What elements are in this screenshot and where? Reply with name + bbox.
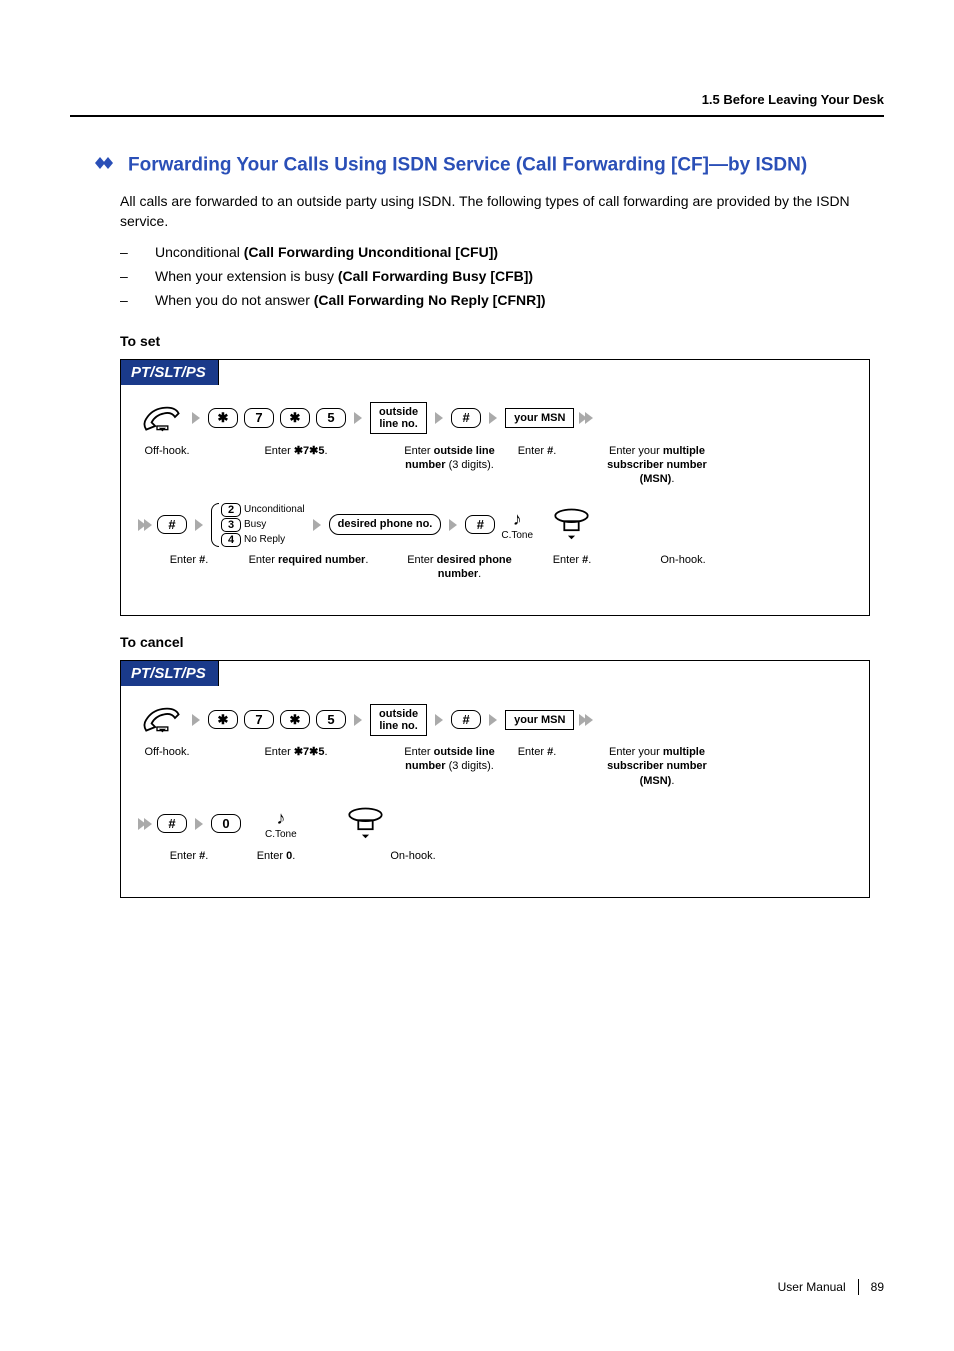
star-key: ✱ xyxy=(280,710,310,730)
to-set-heading: To set xyxy=(70,333,884,349)
hash-caption: Enter #. xyxy=(508,444,566,458)
list-item: –When your extension is busy (Call Forwa… xyxy=(120,265,884,289)
double-arrow-icon xyxy=(580,714,592,726)
arrow-icon xyxy=(435,714,443,726)
confirmation-tone: ♪ C.Tone xyxy=(265,808,297,840)
outside-caption: Enter outside line number (3 digits). xyxy=(397,745,502,774)
hash-key: # xyxy=(451,710,481,730)
onhook-icon xyxy=(343,804,388,843)
double-arrow-icon xyxy=(580,412,592,424)
enter-code-caption: Enter ✱7✱5. xyxy=(221,444,371,458)
phone-type-tab: PT/SLT/PS xyxy=(120,359,219,385)
hash-caption: Enter #. xyxy=(508,745,566,759)
cancel-flow-box: PT/SLT/PS ✱ 7 ✱ 5 outside line no. # you… xyxy=(120,660,870,898)
phone-type-tab: PT/SLT/PS xyxy=(120,660,219,686)
arrow-icon xyxy=(489,714,497,726)
hash-caption: Enter #. xyxy=(163,553,215,567)
arrow-icon xyxy=(449,519,457,531)
hash-key: # xyxy=(451,408,481,428)
arrow-icon xyxy=(195,818,203,830)
seven-key: 7 xyxy=(244,408,274,428)
list-item: –Unconditional (Call Forwarding Uncondit… xyxy=(120,241,884,265)
zero-key: 0 xyxy=(211,814,241,834)
msn-caption: Enter your multiple subscriber number (M… xyxy=(592,444,722,487)
offhook-caption: Off-hook. xyxy=(139,444,195,458)
seven-key: 7 xyxy=(244,710,274,730)
five-key: 5 xyxy=(316,710,346,730)
msn-box: your MSN xyxy=(505,710,574,730)
list-item: –When you do not answer (Call Forwarding… xyxy=(120,289,884,313)
manual-label: User Manual xyxy=(778,1280,846,1294)
note-icon: ♪ xyxy=(276,808,285,829)
section-heading: Forwarding Your Calls Using ISDN Service… xyxy=(70,153,884,178)
desired-caption: Enter desired phone number. xyxy=(402,553,517,582)
hash-key: # xyxy=(157,515,187,535)
enter0-caption: Enter 0. xyxy=(241,849,311,863)
hash-caption: Enter #. xyxy=(163,849,215,863)
option-group: 2Unconditional 3Busy 4No Reply xyxy=(211,503,305,547)
confirmation-tone: ♪ C.Tone xyxy=(501,509,533,541)
offhook-icon xyxy=(139,700,184,739)
heading-text: Forwarding Your Calls Using ISDN Service… xyxy=(128,154,807,175)
onhook-caption: On-hook. xyxy=(383,849,443,863)
hash-key: # xyxy=(157,814,187,834)
required-caption: Enter required number. xyxy=(241,553,376,567)
arrow-icon xyxy=(313,519,321,531)
page-footer: User Manual 89 xyxy=(778,1279,884,1295)
arrow-icon xyxy=(192,412,200,424)
five-key: 5 xyxy=(316,408,346,428)
msn-caption: Enter your multiple subscriber number (M… xyxy=(592,745,722,788)
hash-caption: Enter #. xyxy=(543,553,601,567)
outside-caption: Enter outside line number (3 digits). xyxy=(397,444,502,473)
desired-phone-box: desired phone no. xyxy=(329,514,442,534)
onhook-caption: On-hook. xyxy=(653,553,713,567)
to-cancel-heading: To cancel xyxy=(70,634,884,650)
offhook-caption: Off-hook. xyxy=(139,745,195,759)
page-number: 89 xyxy=(871,1280,884,1294)
enter-code-caption: Enter ✱7✱5. xyxy=(221,745,371,759)
set-flow-box: PT/SLT/PS ✱ 7 ✱ 5 outside line no. # you… xyxy=(120,359,870,616)
star-key: ✱ xyxy=(280,408,310,428)
divider xyxy=(70,115,884,117)
msn-box: your MSN xyxy=(505,408,574,428)
arrow-icon xyxy=(354,714,362,726)
note-icon: ♪ xyxy=(513,509,522,530)
arrow-icon xyxy=(489,412,497,424)
outside-line-box: outside line no. xyxy=(370,402,427,434)
forwarding-types-list: –Unconditional (Call Forwarding Uncondit… xyxy=(70,241,884,312)
offhook-icon xyxy=(139,399,184,438)
double-arrow-icon xyxy=(139,818,151,830)
star-key: ✱ xyxy=(208,408,238,428)
hash-key: # xyxy=(465,515,495,535)
star-key: ✱ xyxy=(208,710,238,730)
arrow-icon xyxy=(195,519,203,531)
outside-line-box: outside line no. xyxy=(370,704,427,736)
double-arrow-icon xyxy=(139,519,151,531)
onhook-icon xyxy=(549,505,594,544)
intro-text: All calls are forwarded to an outside pa… xyxy=(70,192,884,231)
arrow-icon xyxy=(354,412,362,424)
header-section: 1.5 Before Leaving Your Desk xyxy=(70,92,884,107)
arrow-icon xyxy=(435,412,443,424)
arrow-icon xyxy=(192,714,200,726)
